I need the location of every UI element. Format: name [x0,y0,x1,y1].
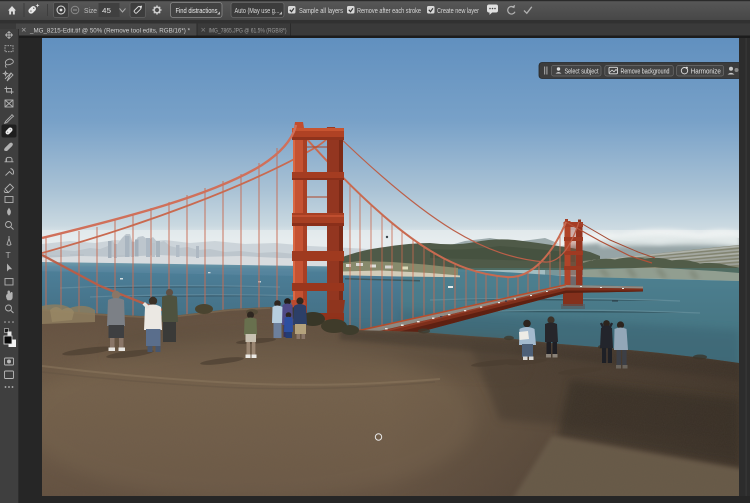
svg-text:45: 45 [102,8,111,15]
svg-text:Size: Size [84,8,97,15]
svg-text:Remove after each stroke: Remove after each stroke [357,8,421,15]
svg-text:_MG_8215-Edit.tif @ 50% (Remov: _MG_8215-Edit.tif @ 50% (Remove tool edi… [29,28,190,35]
svg-text:Find distractions: Find distractions [176,8,218,15]
svg-text:Create new layer: Create new layer [437,8,480,15]
svg-text:Auto (May use g...: Auto (May use g... [235,8,280,15]
svg-text:Harmonize: Harmonize [691,68,721,75]
svg-text:Sample all layers: Sample all layers [299,8,343,15]
svg-text:T: T [6,250,11,260]
svg-text:Remove background: Remove background [621,68,670,75]
svg-text:Select subject: Select subject [565,68,599,75]
svg-text:IMG_7865.JPG @ 61.5% (RGB/8*): IMG_7865.JPG @ 61.5% (RGB/8*) [209,28,287,35]
